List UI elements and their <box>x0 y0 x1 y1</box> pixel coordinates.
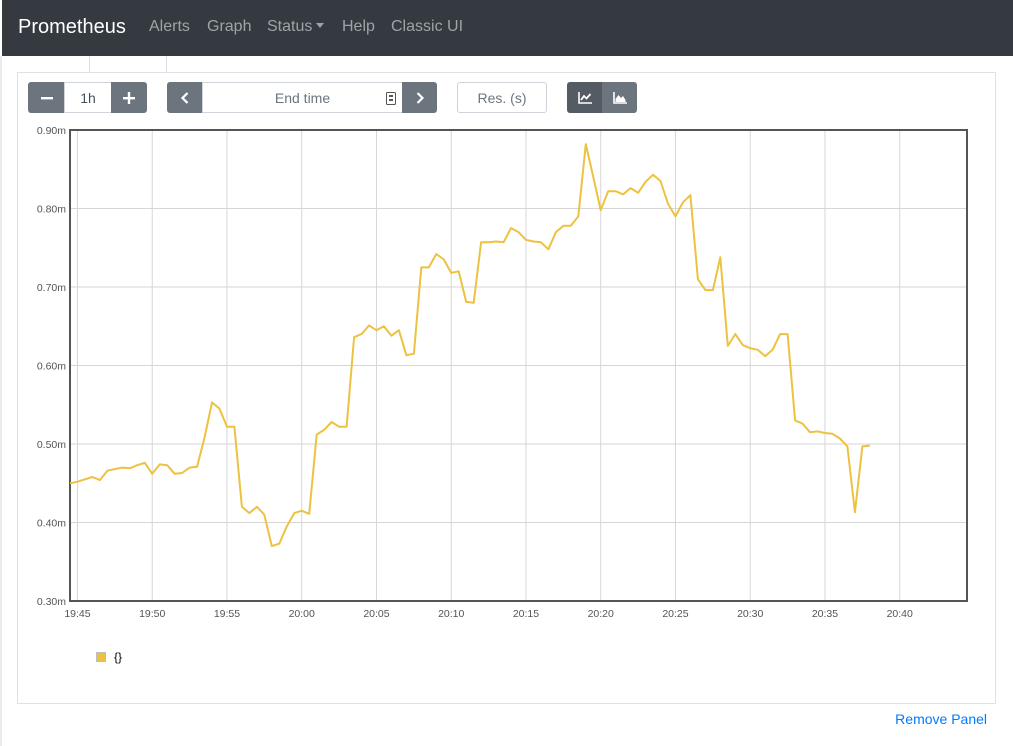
end-time-placeholder: End time <box>274 89 331 106</box>
brand-logo-text[interactable]: Prometheus <box>18 14 126 40</box>
nav-status-dropdown[interactable]: Status <box>267 17 325 37</box>
legend-swatch[interactable] <box>96 652 106 662</box>
graph-chart: 0.30m 0.40m 0.50m 0.60m 0.70m 0.80m 0.90m 19:45… <box>28 122 978 627</box>
y-tick-label: 0.30m <box>37 596 66 608</box>
end-time-back-button[interactable] <box>167 82 203 113</box>
nav-classic-ui[interactable]: Classic UI <box>391 17 463 37</box>
line-chart-button[interactable] <box>567 82 603 113</box>
end-time-forward-button[interactable] <box>402 82 437 113</box>
top-navbar: Prometheus Alerts Graph Status Help Clas… <box>2 0 1013 56</box>
x-tick-label: 19:45 <box>64 608 90 620</box>
remove-panel-link[interactable]: Remove Panel <box>895 711 987 727</box>
x-tick-label: 20:35 <box>812 608 838 620</box>
increase-range-button[interactable] <box>111 82 147 113</box>
graph-tab[interactable] <box>89 56 167 72</box>
x-tick-label: 20:20 <box>588 608 614 620</box>
calendar-icon[interactable] <box>386 91 396 105</box>
minus-icon <box>40 96 53 99</box>
x-tick-label: 20:05 <box>363 608 389 620</box>
y-tick-label: 0.60m <box>37 361 66 373</box>
nav-alerts[interactable]: Alerts <box>149 17 190 37</box>
range-input[interactable]: 1h <box>64 82 112 113</box>
left-edge-strip <box>0 56 2 746</box>
y-tick-label: 0.80m <box>37 204 66 216</box>
area-chart-icon <box>612 91 627 104</box>
end-time-input[interactable]: End time <box>202 82 403 113</box>
chevron-left-icon <box>180 91 189 104</box>
x-tick-label: 19:50 <box>139 608 165 620</box>
line-chart-icon <box>578 91 592 104</box>
chevron-right-icon <box>416 91 424 104</box>
chart-svg[interactable]: 0.30m 0.40m 0.50m 0.60m 0.70m 0.80m 0.90m 19:45… <box>28 122 978 622</box>
nav-status-label: Status <box>267 18 313 35</box>
x-tick-label: 19:55 <box>214 608 240 620</box>
x-tick-label: 20:25 <box>662 608 688 620</box>
nav-graph[interactable]: Graph <box>207 17 251 37</box>
y-tick-label: 0.50m <box>37 439 66 451</box>
y-tick-label: 0.70m <box>37 282 66 294</box>
x-tick-label: 20:30 <box>737 608 763 620</box>
y-tick-label: 0.90m <box>37 125 66 137</box>
x-tick-label: 20:00 <box>289 608 315 620</box>
x-tick-label: 20:10 <box>438 608 464 620</box>
y-tick-label: 0.40m <box>37 518 66 530</box>
caret-down-icon <box>316 23 325 28</box>
nav-help[interactable]: Help <box>342 17 375 37</box>
x-tick-label: 20:40 <box>887 608 913 620</box>
plus-icon <box>123 91 135 104</box>
decrease-range-button[interactable] <box>28 82 65 113</box>
stacked-chart-button[interactable] <box>602 82 637 113</box>
resolution-input[interactable]: Res. (s) <box>457 82 547 113</box>
legend-label[interactable]: {} <box>114 650 122 664</box>
x-tick-label: 20:15 <box>513 608 539 620</box>
